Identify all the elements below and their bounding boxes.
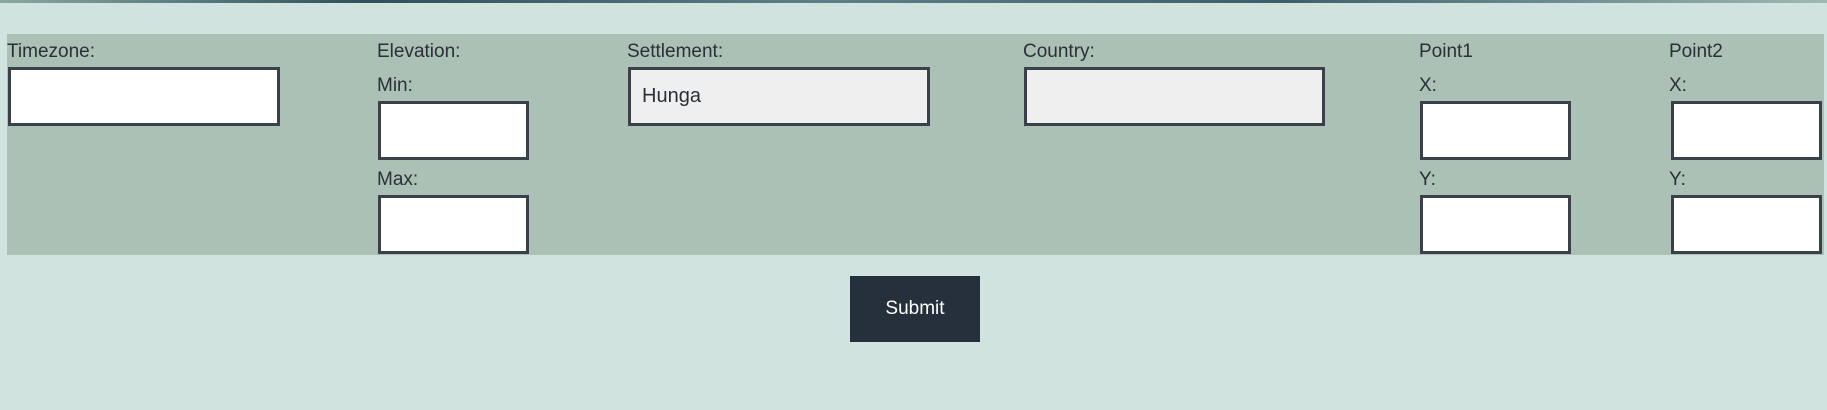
- point2-x-input[interactable]: [1671, 101, 1822, 160]
- elevation-max-label: Max:: [377, 169, 419, 190]
- timezone-label: Timezone:: [7, 41, 95, 62]
- point2-y-input[interactable]: [1671, 195, 1822, 254]
- elevation-min-label: Min:: [377, 75, 413, 96]
- submit-button[interactable]: Submit: [850, 276, 980, 342]
- settlement-input[interactable]: [628, 67, 930, 126]
- point1-x-label: X:: [1419, 75, 1437, 96]
- point1-y-label: Y:: [1419, 169, 1436, 190]
- settlement-label: Settlement:: [627, 41, 724, 62]
- top-strip: [0, 0, 1827, 3]
- point1-y-input[interactable]: [1420, 195, 1571, 254]
- point2-label: Point2: [1669, 41, 1723, 62]
- country-input[interactable]: [1024, 67, 1325, 126]
- elevation-max-input[interactable]: [378, 195, 529, 254]
- elevation-min-input[interactable]: [378, 101, 529, 160]
- point2-y-label: Y:: [1669, 169, 1686, 190]
- point2-x-label: X:: [1669, 75, 1687, 96]
- point1-label: Point1: [1419, 41, 1473, 62]
- elevation-label: Elevation:: [377, 41, 461, 62]
- timezone-input[interactable]: [8, 67, 280, 126]
- point1-x-input[interactable]: [1420, 101, 1571, 160]
- country-label: Country:: [1023, 41, 1095, 62]
